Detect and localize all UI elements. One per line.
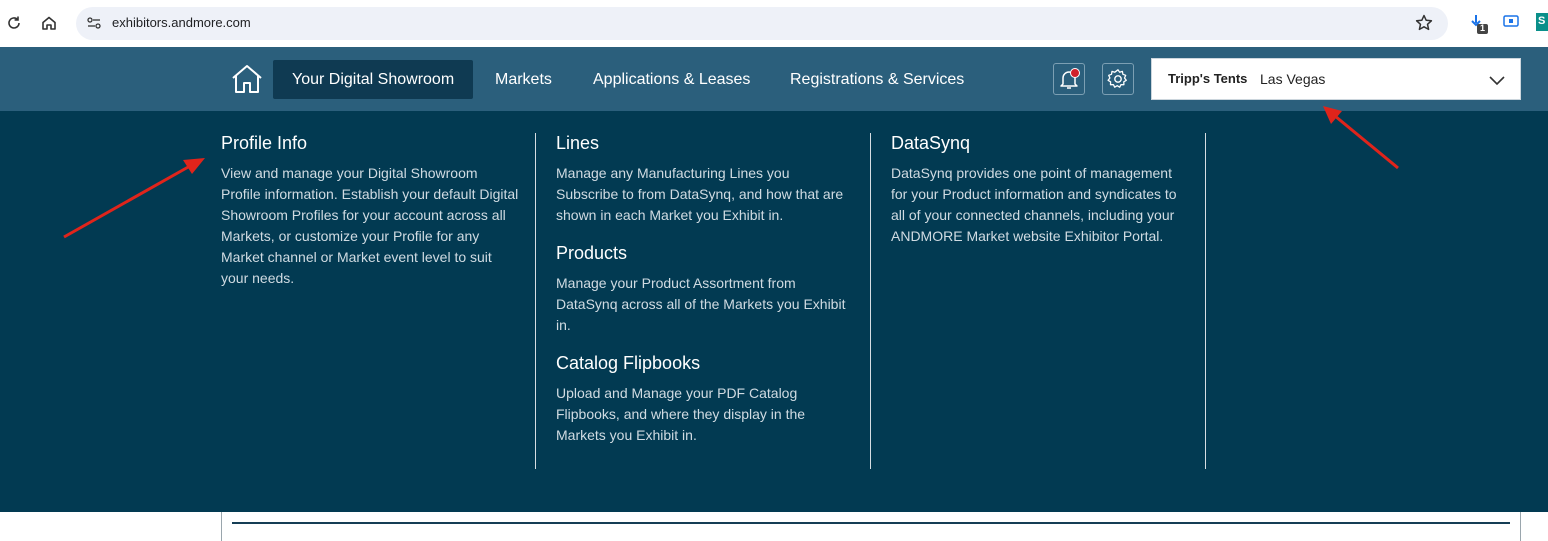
- main-nav: Your Digital Showroom Markets Applicatio…: [0, 47, 1548, 111]
- section-title[interactable]: Catalog Flipbooks: [556, 353, 891, 374]
- column-divider: [870, 133, 871, 469]
- url-text: exhibitors.andmore.com: [112, 15, 251, 30]
- section-description: DataSynq provides one point of managemen…: [891, 165, 1177, 244]
- page-content-box: [221, 512, 1521, 541]
- exhibitor-market-selector[interactable]: Tripp's Tents Las Vegas: [1151, 58, 1521, 100]
- bell-icon: [1060, 68, 1080, 89]
- extension-badge: 1: [1480, 23, 1486, 33]
- nav-markets[interactable]: Markets: [476, 60, 571, 99]
- site-settings-icon[interactable]: [86, 15, 102, 31]
- menu-section-catalog-flipbooks[interactable]: Catalog Flipbooks Upload and Manage your…: [556, 353, 891, 446]
- home-icon[interactable]: [230, 64, 264, 94]
- menu-column-3: DataSynq DataSynq provides one point of …: [891, 133, 1226, 264]
- nav-registrations-services[interactable]: Registrations & Services: [771, 60, 983, 99]
- menu-section-profile-info[interactable]: Profile Info View and manage your Digita…: [221, 133, 556, 289]
- digital-showroom-menu: Profile Info View and manage your Digita…: [0, 111, 1548, 512]
- notifications-button[interactable]: [1053, 63, 1085, 95]
- bookmark-star-icon[interactable]: [1414, 13, 1434, 33]
- page-divider-line: [232, 522, 1510, 524]
- nav-your-digital-showroom[interactable]: Your Digital Showroom: [273, 60, 474, 99]
- tab-extension-icon[interactable]: [1503, 13, 1523, 33]
- address-bar[interactable]: exhibitors.andmore.com: [76, 7, 1448, 40]
- menu-section-products[interactable]: Products Manage your Product Assortment …: [556, 243, 891, 336]
- menu-column-2: Lines Manage any Manufacturing Lines you…: [556, 133, 891, 463]
- menu-section-lines[interactable]: Lines Manage any Manufacturing Lines you…: [556, 133, 891, 226]
- column-divider: [1205, 133, 1206, 469]
- menu-section-datasynq[interactable]: DataSynq DataSynq provides one point of …: [891, 133, 1226, 247]
- chevron-down-icon: [1489, 76, 1505, 86]
- column-divider: [535, 133, 536, 469]
- section-description: Manage your Product Assortment from Data…: [556, 275, 846, 333]
- s-extension-icon[interactable]: S: [1536, 13, 1548, 31]
- section-title[interactable]: Lines: [556, 133, 891, 154]
- section-description: View and manage your Digital Showroom Pr…: [221, 165, 519, 286]
- nav-applications-leases[interactable]: Applications & Leases: [574, 60, 769, 99]
- downloads-extension-icon[interactable]: 1: [1467, 13, 1488, 34]
- browser-toolbar: exhibitors.andmore.com 1 S: [0, 0, 1548, 47]
- menu-column-1: Profile Info View and manage your Digita…: [221, 133, 556, 306]
- section-description: Upload and Manage your PDF Catalog Flipb…: [556, 385, 806, 443]
- section-title[interactable]: DataSynq: [891, 133, 1226, 154]
- gear-icon: [1107, 69, 1127, 88]
- section-description: Manage any Manufacturing Lines you Subsc…: [556, 165, 844, 223]
- home-browser-icon[interactable]: [37, 11, 61, 35]
- market-location: Las Vegas: [1260, 71, 1326, 87]
- company-name: Tripp's Tents: [1168, 71, 1248, 86]
- settings-button[interactable]: [1102, 63, 1134, 95]
- section-title[interactable]: Products: [556, 243, 891, 264]
- section-title[interactable]: Profile Info: [221, 133, 556, 154]
- reload-icon[interactable]: [2, 11, 26, 35]
